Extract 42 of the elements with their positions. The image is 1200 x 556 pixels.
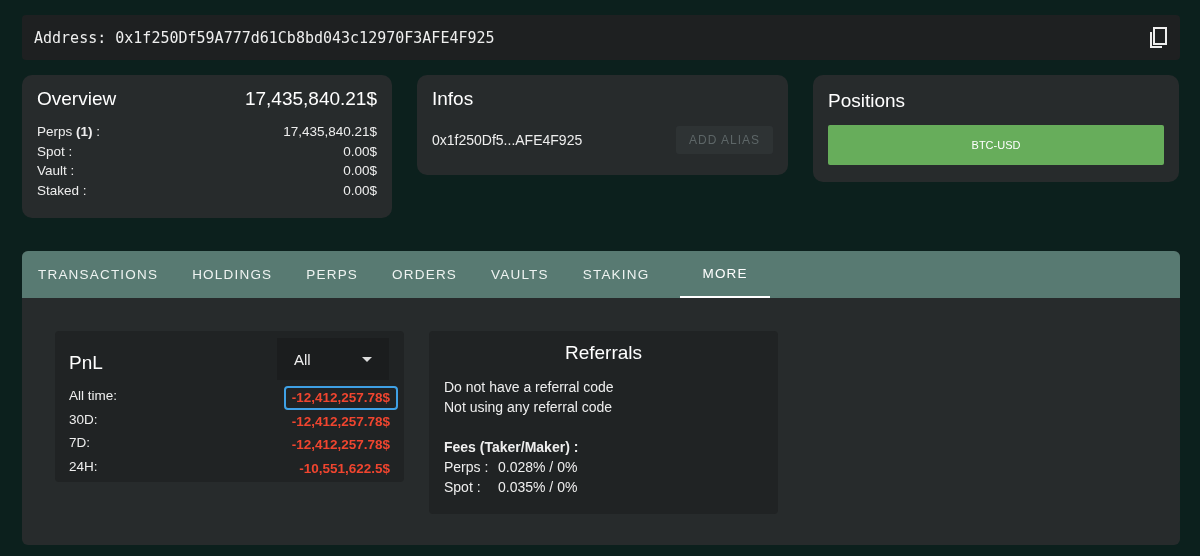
card-title: Positions bbox=[828, 90, 907, 112]
pnl-value: -10,551,622.5$ bbox=[298, 459, 391, 478]
row-label: All time: bbox=[69, 387, 117, 405]
card-title: Referrals bbox=[563, 343, 644, 363]
card-title: Infos bbox=[432, 88, 475, 110]
caret-icon bbox=[362, 356, 372, 362]
fee-label: Spot : bbox=[444, 478, 482, 497]
short-address: 0x1f250Df5...AFE4F925 bbox=[432, 132, 583, 148]
fee-value: 0.028% / 0% bbox=[498, 458, 578, 477]
row-value: 0.00$ bbox=[343, 162, 377, 180]
position-button[interactable]: BTC-USD bbox=[828, 125, 1164, 165]
tab[interactable]: HOLDINGS bbox=[181, 251, 284, 298]
tab[interactable]: MORE bbox=[680, 251, 770, 298]
referral-status: Do not have a referral code bbox=[444, 378, 615, 397]
row-value: 17,435,840.21$ bbox=[283, 123, 377, 141]
fee-label: Perps : bbox=[444, 458, 490, 477]
referral-status: Not using any referral code bbox=[444, 398, 614, 417]
address-text: Address: 0x1f250Df59A777d61Cb8bd043c12970F3AFE4F925 bbox=[34, 28, 495, 47]
tab[interactable]: STAKING bbox=[571, 251, 661, 298]
row-label: Spot : bbox=[37, 142, 73, 161]
tab[interactable]: ORDERS bbox=[381, 251, 469, 298]
card-title: PnL bbox=[69, 352, 103, 374]
tab[interactable]: PERPS bbox=[295, 251, 370, 298]
row-label: 7D: bbox=[69, 434, 90, 452]
row-value: 0.00$ bbox=[343, 181, 377, 200]
tab[interactable]: VAULTS bbox=[480, 251, 560, 298]
row-label: Vault : bbox=[37, 162, 75, 180]
total-value: 17,435,840.21$ bbox=[244, 88, 377, 110]
row-label: 24H: bbox=[69, 457, 98, 476]
tab[interactable]: TRANSACTIONS bbox=[27, 251, 170, 298]
card-title: Overview bbox=[37, 88, 117, 110]
pnl-value: -12,412,257.78$ bbox=[290, 436, 391, 454]
row-label: Perps (1) : bbox=[37, 123, 101, 141]
fee-value: 0.035% / 0% bbox=[498, 478, 578, 497]
row-label: Staked : bbox=[37, 181, 87, 200]
row-label: 30D: bbox=[69, 410, 98, 429]
copy-icon[interactable] bbox=[1148, 26, 1168, 49]
period-dropdown[interactable]: All bbox=[277, 338, 389, 380]
row-value: 0.00$ bbox=[343, 142, 377, 161]
pnl-value: -12,412,257.78$ bbox=[290, 412, 391, 431]
pnl-value: -12,412,257.78$ bbox=[283, 386, 398, 410]
fees-title: Fees (Taker/Maker) : bbox=[444, 438, 580, 457]
